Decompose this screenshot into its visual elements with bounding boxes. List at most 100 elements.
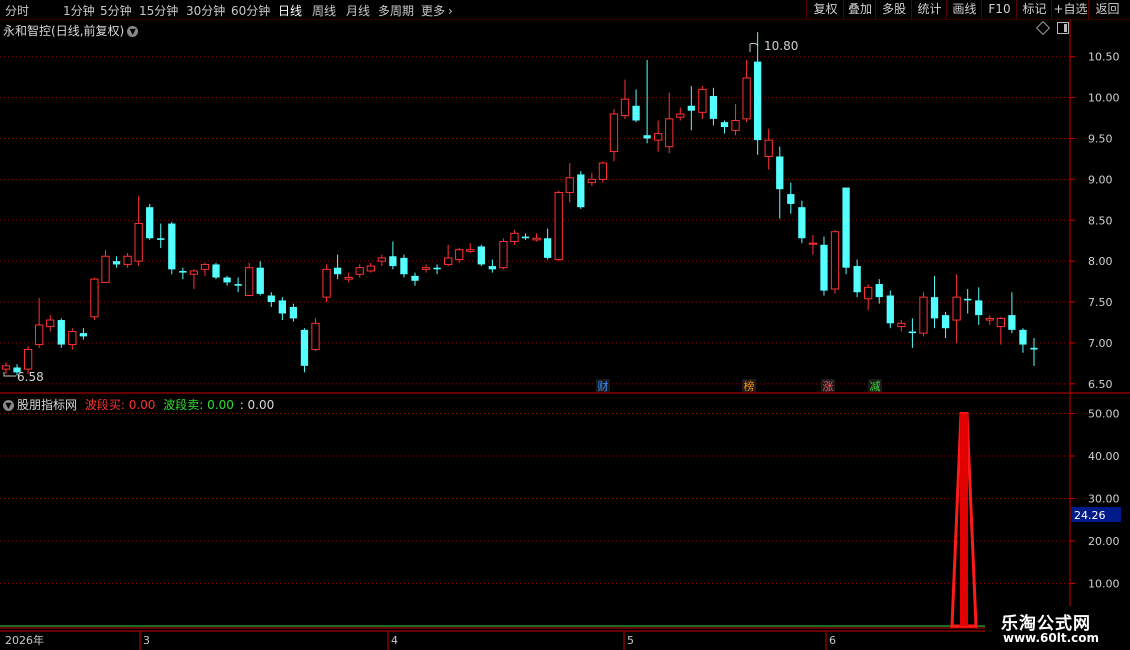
candle-body: [289, 306, 298, 319]
candle-body: [333, 267, 342, 275]
date-month-4: 4: [391, 634, 398, 647]
candle-body: [742, 77, 751, 120]
chevron-down-icon[interactable]: ▼: [3, 400, 14, 411]
y-tick-label: 10.00: [1088, 92, 1120, 105]
candle-body: [300, 329, 309, 366]
indicator-y-tick-label: 20.00: [1088, 535, 1120, 548]
indicator-y-tick-label: 40.00: [1088, 450, 1120, 463]
y-tick-label: 6.50: [1088, 378, 1113, 391]
y-tick-label: 9.00: [1088, 173, 1113, 186]
date-month-3: 3: [143, 634, 150, 647]
candle-body: [853, 266, 861, 293]
candle-body: [709, 95, 718, 119]
candle-body: [577, 174, 585, 208]
candle-body: [267, 295, 275, 303]
candle-body: [609, 113, 619, 153]
candle-body: [886, 295, 894, 324]
candle-body: [720, 122, 729, 128]
date-month-6: 6: [829, 634, 836, 647]
high-price-label: 10.80: [764, 39, 798, 53]
candle-body: [411, 275, 419, 281]
watermark-url: www.60lt.com: [1003, 631, 1100, 645]
candle-body: [543, 238, 552, 258]
candle-body: [996, 317, 1005, 328]
candle-body: [377, 257, 386, 262]
candle-body: [223, 277, 231, 283]
candle-body: [146, 207, 154, 239]
candle-body: [79, 333, 88, 337]
candle-body: [477, 246, 485, 265]
candle-body: [444, 257, 453, 265]
candle-body: [521, 236, 530, 239]
candle-body: [68, 330, 77, 346]
candle-body: [455, 249, 464, 261]
candle-body: [598, 162, 608, 180]
y-tick-label: 7.00: [1088, 337, 1113, 350]
candle-body: [754, 61, 762, 141]
candle-body: [421, 267, 431, 270]
candle-body: [1019, 329, 1027, 345]
candle-body: [842, 187, 850, 268]
candle-body: [256, 267, 264, 294]
event-marker[interactable]: 榜: [744, 379, 755, 393]
candle-body: [400, 257, 408, 275]
candle-body: [1030, 347, 1038, 350]
candle-body: [278, 300, 286, 314]
candle-body: [587, 178, 596, 184]
candle-body: [90, 278, 99, 318]
indicator-spike-bar: [960, 413, 968, 626]
candle-body: [134, 223, 143, 262]
low-price-label: 6.58: [17, 370, 44, 384]
candle-body: [952, 296, 961, 321]
event-marker[interactable]: 涨: [823, 380, 834, 393]
candle-body: [787, 194, 795, 204]
y-tick-label: 8.50: [1088, 214, 1113, 227]
candle-body: [433, 267, 441, 270]
candle-body: [245, 267, 254, 297]
candle-body: [168, 223, 176, 270]
indicator-name: 股朋指标网: [17, 398, 78, 412]
event-marker[interactable]: 减: [870, 380, 881, 393]
candle-body: [366, 265, 375, 272]
candle-body: [941, 315, 950, 329]
candle-body: [46, 319, 55, 328]
candle-body: [687, 105, 695, 111]
candle-body: [698, 88, 707, 113]
candle-body: [200, 263, 210, 270]
candlestick-chart[interactable]: 10.5010.009.509.008.508.007.507.006.5050…: [0, 0, 1130, 650]
third-value: : 0.00: [239, 398, 275, 412]
y-tick-label: 8.00: [1088, 255, 1113, 268]
candle-body: [23, 348, 33, 370]
candle-body: [676, 113, 685, 118]
candle-body: [985, 317, 994, 321]
candle-body: [654, 133, 663, 141]
y-tick-label: 10.50: [1088, 51, 1120, 64]
candle-body: [123, 255, 132, 265]
candle-body: [510, 232, 519, 243]
indicator-y-tick-label: 10.00: [1088, 578, 1120, 591]
date-year: 2026年: [5, 633, 44, 647]
candle-body: [532, 237, 541, 241]
candle-body: [875, 284, 883, 298]
candle-body: [355, 267, 364, 275]
event-marker[interactable]: 财: [598, 379, 609, 393]
sell-label: 波段卖:: [163, 398, 204, 412]
candle-body: [798, 207, 806, 239]
candle-body: [57, 320, 65, 345]
indicator-header: ▼ 股朋指标网 波段买: 0.00 波段卖: 0.00 : 0.00: [3, 396, 274, 413]
candle-body: [179, 270, 187, 273]
buy-label: 波段买:: [84, 398, 125, 412]
watermark-logo: 乐淘公式网 www.60lt.com: [985, 606, 1125, 648]
buy-value: 0.00: [128, 398, 156, 412]
candle-body: [1, 365, 11, 370]
candle-body: [764, 139, 773, 157]
high-price-marker: [749, 42, 759, 52]
indicator-y-tick-label: 30.00: [1088, 493, 1120, 506]
candle-body: [234, 284, 242, 286]
candle-body: [344, 277, 353, 280]
candle-body: [1008, 315, 1016, 330]
candle-body: [565, 177, 574, 193]
candle-body: [908, 331, 917, 334]
candle-body: [554, 191, 563, 261]
y-tick-label: 9.50: [1088, 132, 1113, 145]
